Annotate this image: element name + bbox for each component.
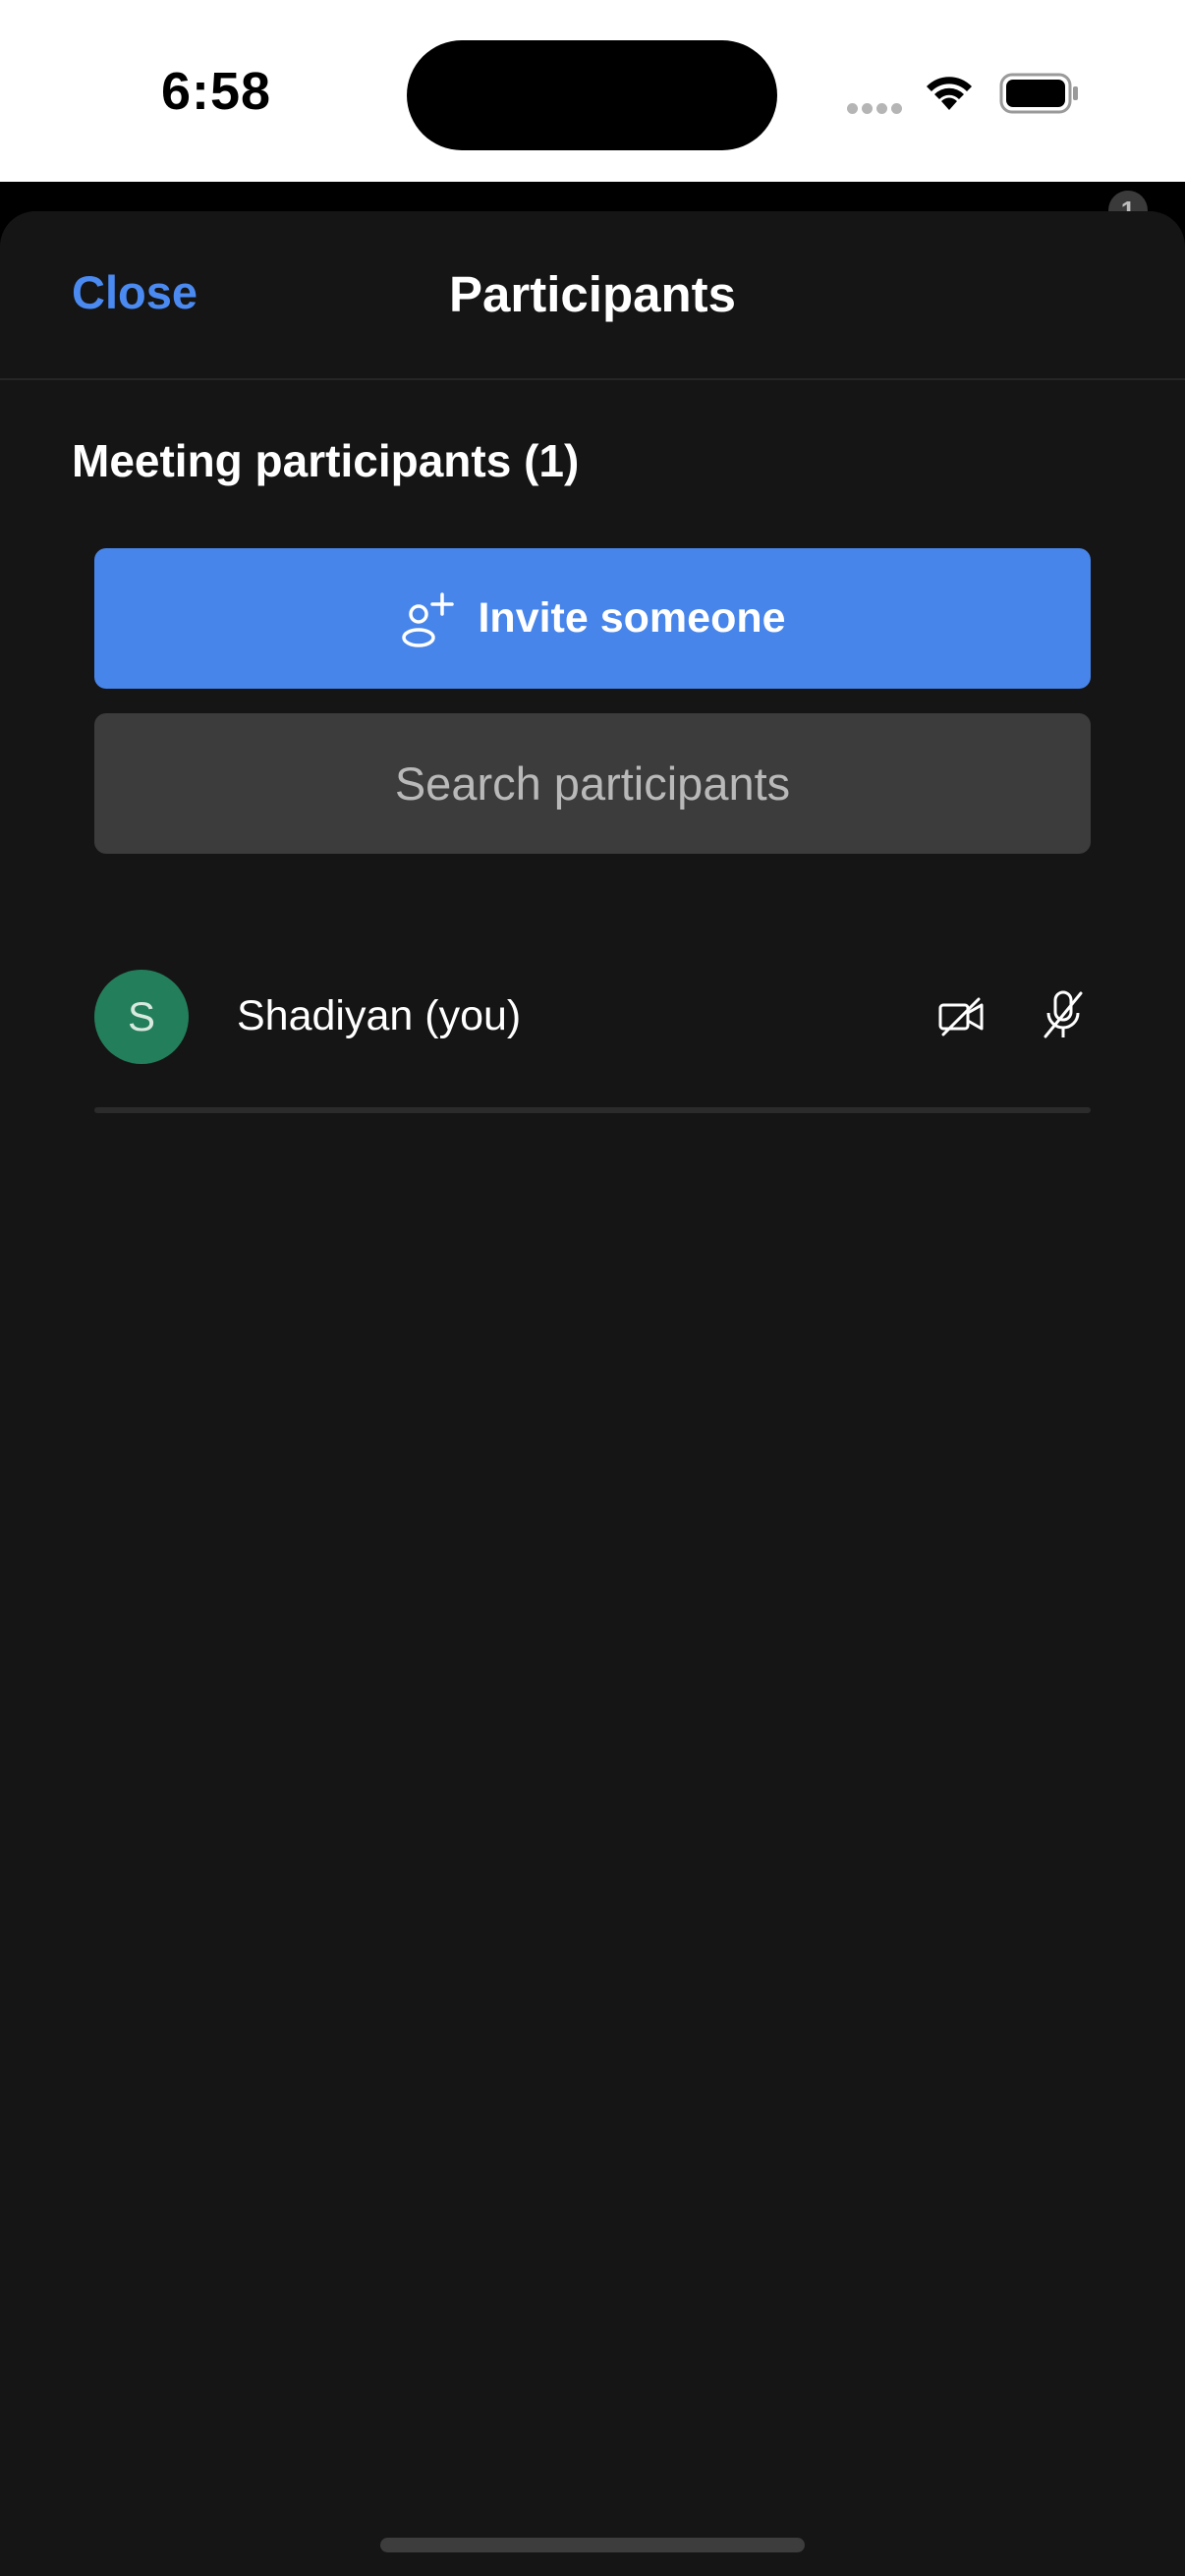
sheet-title: Participants [449,266,736,322]
participant-name: Shadiyan (you) [237,992,522,1039]
camera-off-icon[interactable] [937,993,985,1040]
status-bar: 6:58 [0,0,1185,182]
wifi-icon [927,77,972,110]
battery-icon [999,73,1078,114]
search-participants-field[interactable] [94,712,1091,855]
invite-someone-button[interactable]: Invite someone [94,548,1091,689]
cellular-signal-icon [847,101,906,119]
participants-sheet: Close Participants Meeting participants … [0,211,1185,2576]
status-time: 6:58 [160,62,272,121]
home-indicator [380,2538,805,2552]
participant-row[interactable]: S Shadiyan (you) [94,958,1091,1105]
sheet-header: Close Participants [0,211,1185,380]
add-person-icon [402,591,455,647]
search-participants-input[interactable] [94,712,1091,855]
section-heading: Meeting participants (1) [72,435,580,486]
mic-off-icon[interactable] [1040,989,1087,1040]
avatar: S [94,970,189,1064]
row-divider [94,1107,1091,1113]
dynamic-island [407,40,777,150]
invite-someone-label: Invite someone [478,594,786,642]
